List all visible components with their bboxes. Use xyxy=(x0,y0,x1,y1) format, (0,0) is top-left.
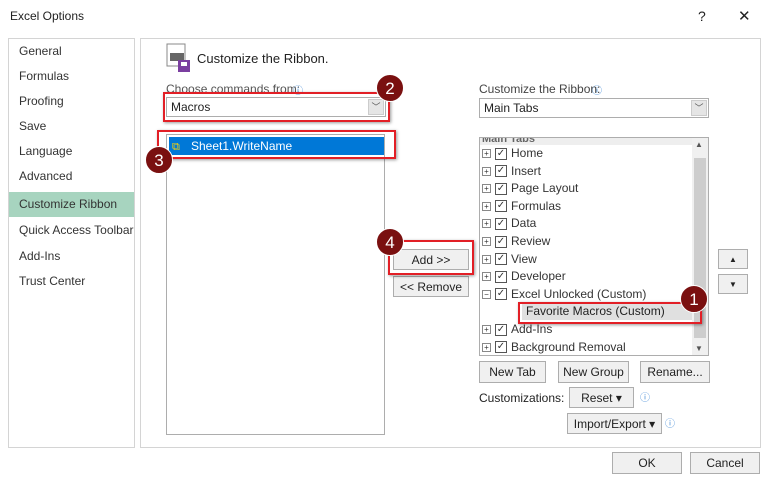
checkbox[interactable]: ✓ xyxy=(495,165,507,178)
sidebar-item[interactable]: Save xyxy=(9,114,134,139)
tree-item-label: Data xyxy=(511,216,537,231)
expand-icon[interactable]: − xyxy=(482,289,491,299)
callout-1: 1 xyxy=(680,285,708,313)
tree-item[interactable]: + ✓ Developer xyxy=(482,268,566,285)
sidebar-item[interactable]: Customize Ribbon xyxy=(9,192,134,217)
tree-item-label: Excel Unlocked (Custom) xyxy=(511,286,647,301)
info-icon: ⓘ xyxy=(665,419,675,430)
tree-item-label: Background Removal xyxy=(511,339,626,354)
checkbox[interactable]: ✓ xyxy=(495,270,507,283)
sidebar: General Formulas Proofing Save Language Advan… xyxy=(8,38,135,448)
tree-item-label: View xyxy=(511,251,537,266)
info-icon: ⓘ xyxy=(640,393,650,404)
checkbox[interactable]: ✓ xyxy=(495,323,507,336)
expand-icon[interactable]: + xyxy=(482,166,491,176)
sidebar-item[interactable]: Advanced xyxy=(9,164,134,189)
tree-item[interactable]: + ✓ Review xyxy=(482,233,550,250)
checkbox[interactable]: ✓ xyxy=(495,253,507,266)
highlight-box xyxy=(163,92,390,122)
checkbox[interactable]: ✓ xyxy=(495,235,507,248)
checkbox[interactable]: ✓ xyxy=(495,288,507,301)
tree-item[interactable]: + ✓ Page Layout xyxy=(482,180,578,197)
close-button[interactable]: ✕ xyxy=(738,7,751,25)
expand-icon[interactable]: + xyxy=(482,201,491,211)
tree-item[interactable]: + ✓ Home xyxy=(482,145,543,162)
tree-item[interactable]: + ✓ Insert xyxy=(482,163,541,180)
sidebar-item[interactable]: Language xyxy=(9,139,134,164)
sidebar-item[interactable]: Formulas xyxy=(9,64,134,89)
tree-item-label: Formulas xyxy=(511,198,562,213)
customize-ribbon-label: Customize the Ribbon: xyxy=(479,82,601,96)
expand-icon[interactable]: + xyxy=(482,325,491,334)
select-value: Main Tabs xyxy=(484,101,539,115)
sidebar-item[interactable]: General xyxy=(9,39,134,64)
tree-item-label: Review xyxy=(511,234,551,248)
cancel-button[interactable]: Cancel xyxy=(690,452,760,474)
customizations-label: Customizations: xyxy=(479,391,565,405)
tree-item[interactable]: − ✓ Excel Unlocked (Custom) xyxy=(482,286,646,303)
new-group-button[interactable]: New Group xyxy=(558,361,629,383)
callout-3: 3 xyxy=(145,146,173,174)
section-heading: Customize the Ribbon. xyxy=(197,51,329,66)
checkbox[interactable]: ✓ xyxy=(495,217,507,230)
tree-item[interactable]: + ✓ Formulas xyxy=(482,198,561,215)
customize-ribbon-icon xyxy=(166,43,190,72)
tree-item-label: Home xyxy=(511,146,544,160)
ok-button[interactable]: OK xyxy=(612,452,682,474)
rename-button[interactable]: Rename... xyxy=(640,361,710,383)
commands-list[interactable]: ⧉ Sheet1.WriteName xyxy=(166,134,385,435)
move-up-button[interactable]: ▲ xyxy=(718,249,748,269)
checkbox[interactable]: ✓ xyxy=(495,147,507,160)
reset-button[interactable]: Reset ▾ xyxy=(569,387,634,408)
checkbox[interactable]: ✓ xyxy=(495,341,507,354)
sidebar-item[interactable]: Add-Ins xyxy=(9,244,134,269)
checkbox[interactable]: ✓ xyxy=(495,200,507,213)
highlight-box xyxy=(157,130,396,159)
ribbon-tabs-select[interactable]: Main Tabs ﹀ xyxy=(479,98,709,118)
window-title: Excel Options xyxy=(10,9,85,23)
import-export-button[interactable]: Import/Export ▾ xyxy=(567,413,662,434)
remove-button[interactable]: << Remove xyxy=(393,276,469,297)
sidebar-item[interactable]: Proofing xyxy=(9,89,134,114)
tree-item-label: Page Layout xyxy=(511,181,579,196)
new-tab-button[interactable]: New Tab xyxy=(479,361,546,383)
tree-item-label: Developer xyxy=(511,269,566,284)
tree-item[interactable]: + ✓ Data xyxy=(482,215,536,232)
tree-item[interactable]: + ✓ View xyxy=(482,251,537,268)
callout-4: 4 xyxy=(376,228,404,256)
expand-icon[interactable]: + xyxy=(482,254,491,264)
expand-icon[interactable]: + xyxy=(482,272,491,282)
expand-icon[interactable]: + xyxy=(482,237,491,246)
highlight-box xyxy=(518,302,702,324)
expand-icon[interactable]: + xyxy=(482,184,491,194)
sidebar-item[interactable]: Quick Access Toolbar xyxy=(9,218,134,243)
tree-item[interactable]: + ✓ Background Removal xyxy=(482,339,626,355)
tree-header: Main Tabs xyxy=(480,138,692,145)
info-icon: ⓘ xyxy=(592,86,602,97)
sidebar-item[interactable]: Trust Center xyxy=(9,269,134,294)
expand-icon[interactable]: + xyxy=(482,149,491,158)
checkbox[interactable]: ✓ xyxy=(495,182,507,195)
tree-item-label: Insert xyxy=(511,163,542,178)
expand-icon[interactable]: + xyxy=(482,219,491,229)
move-down-button[interactable]: ▼ xyxy=(718,274,748,294)
expand-icon[interactable]: + xyxy=(482,342,491,352)
help-button[interactable]: ? xyxy=(698,8,706,24)
chevron-down-icon: ﹀ xyxy=(691,100,707,116)
callout-2: 2 xyxy=(376,74,404,102)
